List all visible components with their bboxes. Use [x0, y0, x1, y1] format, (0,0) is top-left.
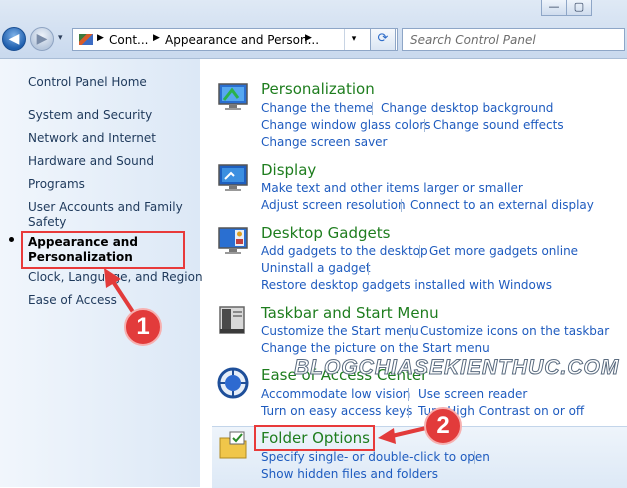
- category-taskbar[interactable]: Taskbar and Start Menu: [261, 304, 439, 322]
- link-uninstall-gadget[interactable]: Uninstall a gadget: [261, 261, 371, 275]
- category-display[interactable]: Display: [261, 161, 316, 179]
- sidebar-item-programs[interactable]: Programs: [28, 177, 85, 192]
- link-more-gadgets[interactable]: Get more gadgets online: [429, 244, 578, 258]
- sidebar-item-system-security[interactable]: System and Security: [28, 108, 152, 123]
- sidebar-item-user-accounts-line2[interactable]: Safety: [28, 215, 66, 230]
- back-button[interactable]: ◀: [2, 27, 26, 51]
- link-glass-colors[interactable]: Change window glass colors: [261, 118, 431, 132]
- category-personalization[interactable]: Personalization: [261, 80, 375, 98]
- ease-of-access-icon: [217, 367, 249, 399]
- window-chrome: — ▢ ◀ ▶ ▾ ▶ Cont... ▶ Appearance and Per…: [0, 0, 627, 59]
- link-hidden-files[interactable]: Show hidden files and folders: [261, 467, 438, 481]
- breadcrumb-separator[interactable]: ▶: [97, 33, 104, 43]
- watermark-text: BLOGCHIASEKIENTHUC.COM: [293, 356, 620, 380]
- link-separator: [408, 388, 409, 401]
- sidebar-item-hardware[interactable]: Hardware and Sound: [28, 154, 154, 169]
- sidebar-item-control-panel-home[interactable]: Control Panel Home: [28, 75, 147, 90]
- search-box[interactable]: Search Control Panel: [402, 28, 625, 51]
- address-dropdown[interactable]: ▾: [344, 29, 363, 50]
- link-separator: [419, 245, 420, 258]
- control-panel-icon: [79, 34, 93, 45]
- sidebar-item-ease-of-access[interactable]: Ease of Access: [28, 293, 117, 308]
- folder-options-icon: [219, 431, 247, 459]
- link-separator: [401, 199, 402, 212]
- search-input[interactable]: Search Control Panel: [410, 33, 536, 47]
- personalization-icon: [218, 83, 248, 110]
- link-separator: [408, 405, 409, 418]
- link-customize-taskbar-icons[interactable]: Customize icons on the taskbar: [420, 324, 609, 338]
- link-separator: [372, 102, 373, 115]
- link-screen-saver[interactable]: Change screen saver: [261, 135, 388, 149]
- link-separator: [474, 451, 475, 464]
- category-desktop-gadgets[interactable]: Desktop Gadgets: [261, 224, 390, 242]
- annotation-badge-2: 2: [424, 407, 462, 445]
- link-easy-access-keys[interactable]: Turn on easy access keys: [261, 404, 412, 418]
- link-restore-gadgets[interactable]: Restore desktop gadgets installed with W…: [261, 278, 552, 292]
- link-desktop-background[interactable]: Change desktop background: [381, 101, 553, 115]
- link-separator: [410, 325, 411, 338]
- breadcrumb-separator[interactable]: ▶: [305, 33, 312, 43]
- link-text-size[interactable]: Make text and other items larger or smal…: [261, 181, 523, 195]
- forward-button[interactable]: ▶: [30, 27, 54, 51]
- highlight-box-appearance: [21, 231, 185, 269]
- link-add-gadgets[interactable]: Add gadgets to the desktop: [261, 244, 428, 258]
- link-single-double-click[interactable]: Specify single- or double-click to open: [261, 450, 490, 464]
- sidebar-item-clock-language[interactable]: Clock, Language, and Region: [28, 270, 203, 285]
- link-external-display[interactable]: Connect to an external display: [410, 198, 594, 212]
- maximize-button[interactable]: ▢: [566, 0, 592, 16]
- refresh-icon: ⟳: [377, 31, 389, 46]
- annotation-badge-1: 1: [124, 308, 162, 346]
- highlight-box-folder-options: [254, 425, 375, 451]
- link-sound-effects[interactable]: Change sound effects: [433, 118, 564, 132]
- link-change-theme[interactable]: Change the theme: [261, 101, 373, 115]
- link-start-picture[interactable]: Change the picture on the Start menu: [261, 341, 490, 355]
- breadcrumb-control-panel[interactable]: Cont...: [109, 33, 148, 47]
- recent-pages-dropdown[interactable]: ▾: [58, 33, 63, 43]
- sidebar-item-user-accounts[interactable]: User Accounts and Family: [28, 200, 183, 215]
- sidebar-item-network[interactable]: Network and Internet: [28, 131, 156, 146]
- address-bar[interactable]: ▶ Cont... ▶ Appearance and Person... ▶ ▾: [72, 28, 398, 51]
- display-icon: [218, 164, 248, 191]
- link-customize-start[interactable]: Customize the Start menu: [261, 324, 419, 338]
- link-screen-resolution[interactable]: Adjust screen resolution: [261, 198, 406, 212]
- refresh-button[interactable]: ⟳: [370, 28, 396, 51]
- active-bullet: [9, 237, 14, 242]
- link-separator: [424, 119, 425, 132]
- taskbar-icon: [219, 306, 245, 334]
- breadcrumb-separator[interactable]: ▶: [153, 33, 160, 43]
- gadgets-icon: [218, 227, 248, 254]
- link-screen-reader[interactable]: Use screen reader: [418, 387, 527, 401]
- link-low-vision[interactable]: Accommodate low vision: [261, 387, 410, 401]
- link-separator: [368, 262, 369, 275]
- breadcrumb-appearance[interactable]: Appearance and Person...: [165, 33, 319, 47]
- minimize-button[interactable]: —: [541, 0, 567, 16]
